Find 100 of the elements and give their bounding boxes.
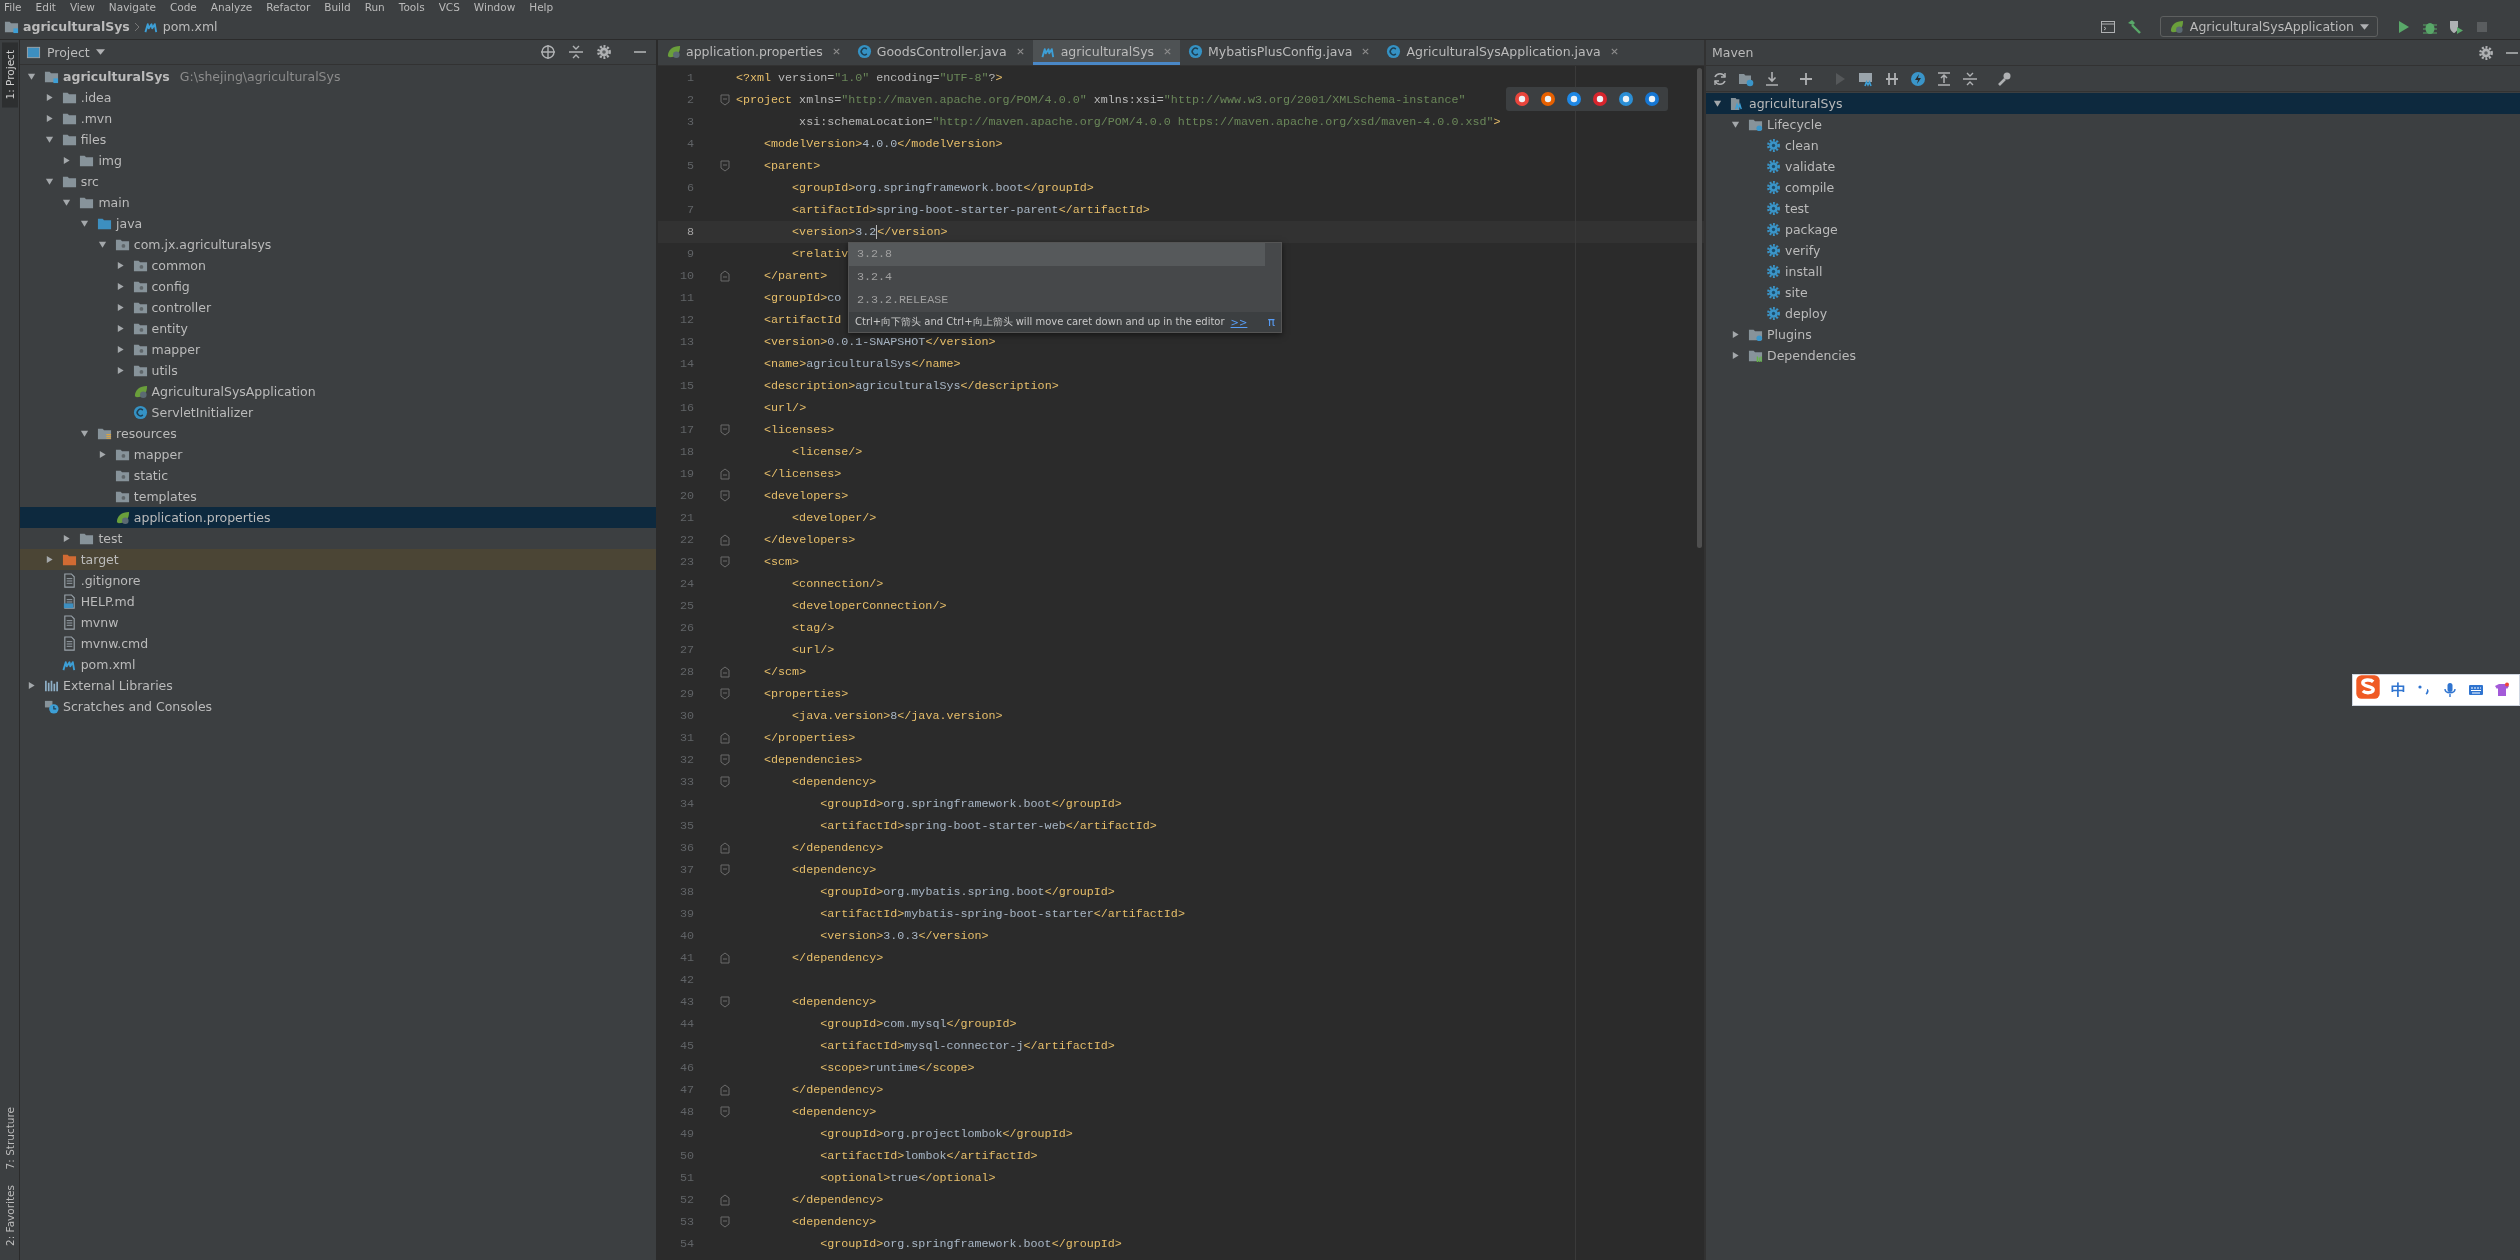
completion-item[interactable]: 3.2.4 bbox=[849, 266, 1281, 289]
close-icon[interactable] bbox=[1361, 46, 1371, 56]
fold-icon[interactable] bbox=[720, 556, 730, 568]
tree-item[interactable]: validate bbox=[1706, 156, 2520, 177]
collapsed-arrow-icon[interactable] bbox=[44, 555, 54, 564]
fold-icon[interactable] bbox=[720, 952, 730, 964]
tree-item[interactable]: site bbox=[1706, 282, 2520, 303]
expanded-arrow-icon[interactable] bbox=[97, 240, 107, 249]
fold-icon[interactable] bbox=[720, 270, 730, 282]
tree-item[interactable]: agriculturalSys bbox=[1706, 93, 2520, 114]
expanded-arrow-icon[interactable] bbox=[44, 135, 54, 144]
menu-item[interactable]: Build bbox=[324, 0, 351, 14]
browser-icon[interactable] bbox=[1514, 91, 1530, 107]
tree-item[interactable]: install bbox=[1706, 261, 2520, 282]
browser-icon[interactable] bbox=[1566, 91, 1582, 107]
tree-item[interactable]: .gitignore bbox=[20, 570, 656, 591]
tree-item[interactable]: resources bbox=[20, 423, 656, 444]
tree-item[interactable]: verify bbox=[1706, 240, 2520, 261]
collapse-all-icon[interactable] bbox=[568, 44, 584, 60]
microphone-icon[interactable] bbox=[2442, 682, 2458, 698]
fold-icon[interactable] bbox=[720, 864, 730, 876]
tree-item[interactable]: mapper bbox=[20, 444, 656, 465]
editor-tab[interactable]: GoodsController.java bbox=[848, 40, 1033, 65]
pi-glyph[interactable]: π bbox=[1267, 315, 1275, 329]
expanded-arrow-icon[interactable] bbox=[1731, 120, 1740, 129]
browser-icon[interactable] bbox=[1618, 91, 1634, 107]
close-icon[interactable] bbox=[1609, 46, 1619, 56]
collapsed-arrow-icon[interactable] bbox=[115, 303, 125, 312]
menu-item[interactable]: View bbox=[69, 0, 95, 14]
collapsed-arrow-icon[interactable] bbox=[1731, 330, 1740, 339]
lightning-icon[interactable] bbox=[1910, 70, 1926, 87]
fold-icon[interactable] bbox=[720, 754, 730, 766]
side-tab[interactable]: 1: Project bbox=[1, 42, 18, 108]
tree-item[interactable]: config bbox=[20, 276, 656, 297]
menu-item[interactable]: File bbox=[4, 0, 22, 14]
fold-icon[interactable] bbox=[720, 666, 730, 678]
expanded-arrow-icon[interactable] bbox=[44, 177, 54, 186]
close-icon[interactable] bbox=[831, 46, 841, 56]
shield-run-icon[interactable] bbox=[2448, 18, 2464, 35]
tree-item[interactable]: mapper bbox=[20, 339, 656, 360]
tree-item[interactable]: com.jx.agriculturalsys bbox=[20, 234, 656, 255]
tree-item[interactable]: src bbox=[20, 171, 656, 192]
expanded-arrow-icon[interactable] bbox=[27, 72, 36, 81]
expanded-arrow-icon[interactable] bbox=[62, 198, 72, 207]
tree-item[interactable]: Lifecycle bbox=[1706, 114, 2520, 135]
menu-item[interactable]: Navigate bbox=[108, 0, 156, 14]
breadcrumb-item[interactable]: pom.xml bbox=[143, 19, 218, 34]
menu-item[interactable]: Help bbox=[529, 0, 554, 14]
terminal-icon[interactable] bbox=[2099, 18, 2116, 35]
menu-item[interactable]: Refactor bbox=[266, 0, 311, 14]
collapsed-arrow-icon[interactable] bbox=[44, 114, 54, 123]
run-config-dropdown[interactable]: AgriculturalSysApplication bbox=[2159, 16, 2378, 37]
fold-icon[interactable] bbox=[720, 468, 730, 480]
view-dropdown[interactable]: Project bbox=[26, 44, 105, 60]
tree-item[interactable]: agriculturalSys G:\shejing\agriculturalSys bbox=[20, 66, 656, 87]
tree-item[interactable]: AgriculturalSysApplication bbox=[20, 381, 656, 402]
collapsed-arrow-icon[interactable] bbox=[115, 345, 125, 354]
logo-icon[interactable] bbox=[2355, 674, 2381, 700]
wrench-icon[interactable] bbox=[1996, 70, 2012, 87]
download-icon[interactable] bbox=[1764, 70, 1780, 87]
fold-icon[interactable] bbox=[720, 1194, 730, 1206]
menu-item[interactable]: Run bbox=[364, 0, 385, 14]
collapse-all-icon[interactable] bbox=[1962, 70, 1978, 87]
side-tab[interactable]: 7: Structure bbox=[1, 1098, 18, 1177]
fold-icon[interactable] bbox=[720, 996, 730, 1008]
tree-item[interactable]: application.properties bbox=[20, 507, 656, 528]
browser-icon[interactable] bbox=[1644, 91, 1660, 107]
tree-item[interactable]: .idea bbox=[20, 87, 656, 108]
tree-item[interactable]: package bbox=[1706, 219, 2520, 240]
editor-tab[interactable]: MybatisPlusConfig.java bbox=[1180, 40, 1379, 65]
tree-item[interactable]: templates bbox=[20, 486, 656, 507]
collapsed-arrow-icon[interactable] bbox=[62, 156, 72, 165]
close-icon[interactable] bbox=[1163, 46, 1173, 56]
collapsed-arrow-icon[interactable] bbox=[97, 450, 107, 459]
fold-icon[interactable] bbox=[720, 1084, 730, 1096]
fold-icon[interactable] bbox=[720, 1216, 730, 1228]
editor-tab[interactable]: application.properties bbox=[658, 40, 849, 65]
menu-item[interactable]: Tools bbox=[398, 0, 425, 14]
menu-item[interactable]: VCS bbox=[438, 0, 460, 14]
close-icon[interactable] bbox=[1015, 46, 1025, 56]
tree-item[interactable]: static bbox=[20, 465, 656, 486]
expanded-arrow-icon[interactable] bbox=[80, 219, 90, 228]
browser-icon[interactable] bbox=[1540, 91, 1556, 107]
collapsed-arrow-icon[interactable] bbox=[115, 282, 125, 291]
collapsed-arrow-icon[interactable] bbox=[115, 324, 125, 333]
tree-item[interactable]: compile bbox=[1706, 177, 2520, 198]
tree-item[interactable]: mvnw bbox=[20, 612, 656, 633]
collapsed-arrow-icon[interactable] bbox=[44, 93, 54, 102]
fold-icon[interactable] bbox=[720, 776, 730, 788]
tree-item[interactable]: target bbox=[20, 549, 656, 570]
tree-item[interactable]: External Libraries bbox=[20, 675, 656, 696]
menu-item[interactable]: Edit bbox=[35, 0, 56, 14]
scrollbar-thumb[interactable] bbox=[1697, 68, 1702, 548]
collapsed-arrow-icon[interactable] bbox=[115, 261, 125, 270]
tree-item[interactable]: controller bbox=[20, 297, 656, 318]
tree-item[interactable]: java bbox=[20, 213, 656, 234]
tree-item[interactable]: ServletInitializer bbox=[20, 402, 656, 423]
tree-item[interactable]: .mvn bbox=[20, 108, 656, 129]
tree-item[interactable]: HELP.md bbox=[20, 591, 656, 612]
fold-icon[interactable] bbox=[720, 534, 730, 546]
